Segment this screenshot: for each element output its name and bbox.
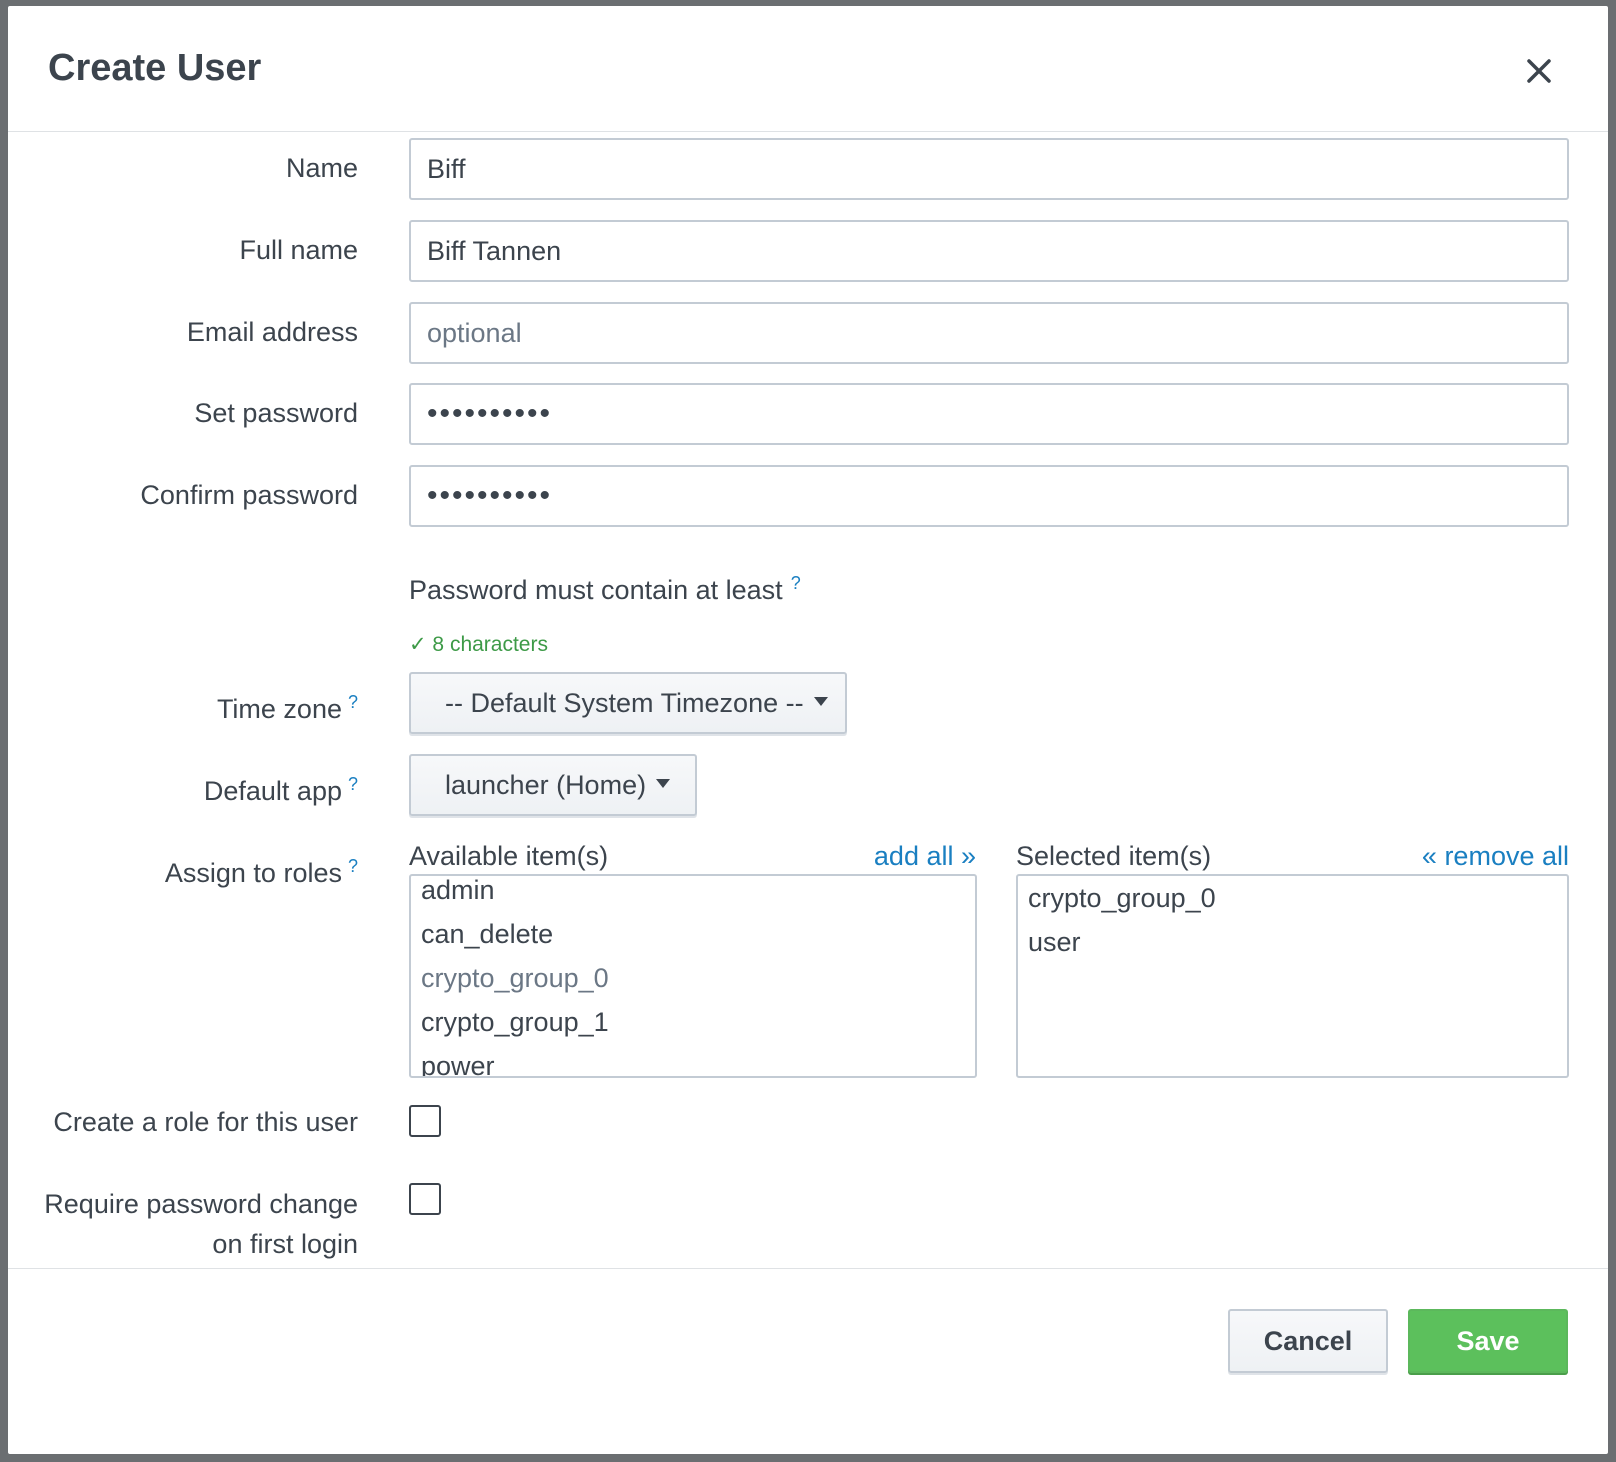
name-label: Name [285, 153, 358, 183]
close-icon[interactable] [1522, 54, 1556, 88]
name-input[interactable] [409, 138, 1569, 200]
create-user-dialog: Create User Name Full name Email address… [8, 6, 1608, 1454]
assign-roles-help-icon[interactable]: ? [348, 856, 358, 876]
set-password-label: Set password [194, 398, 358, 428]
dialog-footer: Cancel Save [8, 1268, 1608, 1454]
selected-items-heading: Selected item(s) [1016, 841, 1212, 871]
dialog-header: Create User [8, 6, 1608, 132]
list-item[interactable]: user [1018, 920, 1567, 964]
password-hint: Password must contain at least? [409, 566, 801, 607]
confirm-password-label: Confirm password [140, 480, 358, 510]
list-item[interactable]: power [411, 1044, 975, 1076]
default-app-label-text: Default app [203, 776, 342, 806]
list-item[interactable]: can_delete [411, 912, 975, 956]
assign-roles-label-text: Assign to roles [164, 858, 342, 888]
create-role-label: Create a role for this user [53, 1107, 358, 1137]
default-app-selected: launcher (Home) [445, 770, 647, 800]
time-zone-label-text: Time zone [216, 694, 342, 724]
password-hint-text: Password must contain at least [409, 575, 783, 605]
password-hint-help-icon[interactable]: ? [791, 573, 801, 593]
confirm-password-input[interactable] [409, 465, 1569, 527]
require-password-change-label: Require password change on first login [44, 1184, 358, 1264]
add-all-link[interactable]: add all » [828, 840, 976, 872]
require-password-change-line2: on first login [212, 1229, 358, 1259]
available-roles-list[interactable]: admin can_delete crypto_group_0 crypto_g… [409, 874, 977, 1078]
time-zone-selected: -- Default System Timezone -- [445, 688, 804, 718]
default-app-help-icon[interactable]: ? [348, 774, 358, 794]
require-password-change-line1: Require password change [44, 1189, 358, 1219]
time-zone-help-icon[interactable]: ? [348, 692, 358, 712]
full-name-input[interactable] [409, 220, 1569, 282]
time-zone-label: Time zone? [217, 686, 358, 725]
email-input[interactable] [409, 302, 1569, 364]
full-name-label: Full name [239, 235, 358, 265]
list-item[interactable]: crypto_group_0 [1018, 876, 1567, 920]
list-item[interactable]: crypto_group_1 [411, 1000, 975, 1044]
require-password-change-checkbox[interactable] [409, 1183, 441, 1215]
assign-roles-label: Assign to roles? [165, 850, 358, 889]
dialog-title: Create User [48, 47, 262, 89]
list-item[interactable]: admin [411, 876, 975, 912]
selected-roles-list[interactable]: crypto_group_0 user [1016, 874, 1569, 1078]
cancel-button[interactable]: Cancel [1228, 1309, 1388, 1373]
email-label: Email address [186, 317, 358, 347]
set-password-input[interactable] [409, 383, 1569, 445]
remove-all-link[interactable]: « remove all [1368, 840, 1569, 872]
available-items-heading: Available item(s) [409, 841, 609, 871]
caret-down-icon [813, 697, 828, 707]
caret-down-icon [656, 779, 671, 789]
default-app-dropdown[interactable]: launcher (Home) [409, 754, 697, 816]
create-role-checkbox[interactable] [409, 1105, 441, 1137]
time-zone-dropdown[interactable]: -- Default System Timezone -- [409, 672, 847, 734]
save-button[interactable]: Save [1408, 1309, 1568, 1373]
password-rule-min-length: ✓ 8 characters [409, 633, 548, 656]
list-item[interactable]: crypto_group_0 [411, 956, 975, 1000]
default-app-label: Default app? [204, 768, 358, 807]
